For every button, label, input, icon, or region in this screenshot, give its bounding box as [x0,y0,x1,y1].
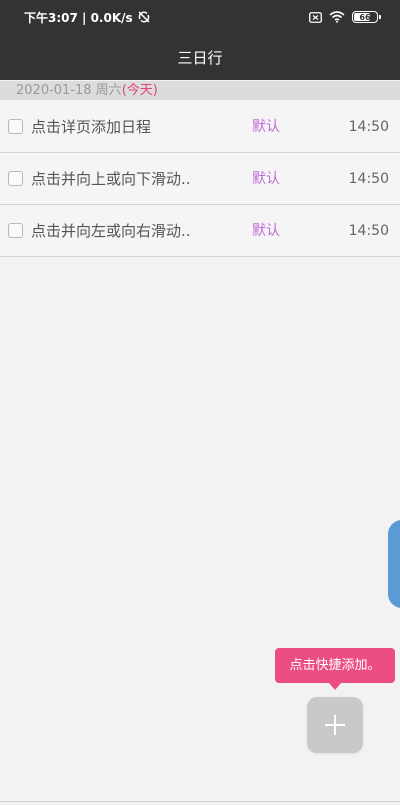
battery-icon: 66 [352,11,381,23]
task-list: 点击详页添加日程 默认 14:50 点击并向上或向下滑动.. 默认 14:50 … [0,101,400,257]
task-time: 14:50 [348,119,389,135]
task-checkbox[interactable] [8,119,23,134]
status-bar: 下午3:07 | 0.0K/s 66 [0,0,400,34]
plus-icon [325,715,345,735]
task-checkbox[interactable] [8,171,23,186]
date-label: 2020-01-18 周六 [16,83,122,98]
status-right: 66 [309,11,381,23]
task-checkbox[interactable] [8,223,23,238]
task-title: 点击详页添加日程 [31,118,152,136]
bottom-divider [0,801,400,802]
task-title: 点击并向上或向下滑动.. [31,170,191,188]
battery-level: 66 [359,12,371,22]
list-item[interactable]: 点击并向上或向下滑动.. 默认 14:50 [0,153,400,205]
quick-add-tooltip: 点击快捷添加。 [275,648,395,683]
list-item[interactable]: 点击详页添加日程 默认 14:50 [0,101,400,153]
task-title: 点击并向左或向右滑动.. [31,222,191,240]
task-time: 14:50 [348,223,389,239]
sim-icon [309,11,322,23]
edge-drawer-handle[interactable] [388,520,400,608]
date-header: 2020-01-18 周六(今天) [0,81,400,100]
task-category: 默认 [252,119,280,135]
list-item[interactable]: 点击并向左或向右滑动.. 默认 14:50 [0,205,400,257]
task-time: 14:50 [348,171,389,187]
status-left: 下午3:07 | 0.0K/s [24,9,151,26]
quick-add-button[interactable] [307,697,363,753]
tooltip-text: 点击快捷添加。 [289,658,381,673]
today-label: (今天) [121,83,158,98]
tooltip-arrow [329,683,341,690]
app-screen: 下午3:07 | 0.0K/s 66 三日行 2020-01-18 周六(今天)… [0,0,400,805]
status-time-speed: 下午3:07 | 0.0K/s [24,10,133,25]
page-title: 三日行 [177,48,223,67]
task-category: 默认 [252,171,280,187]
task-category: 默认 [252,223,280,239]
sync-off-icon [138,11,150,23]
title-bar: 三日行 [0,34,400,80]
wifi-icon [329,11,345,23]
